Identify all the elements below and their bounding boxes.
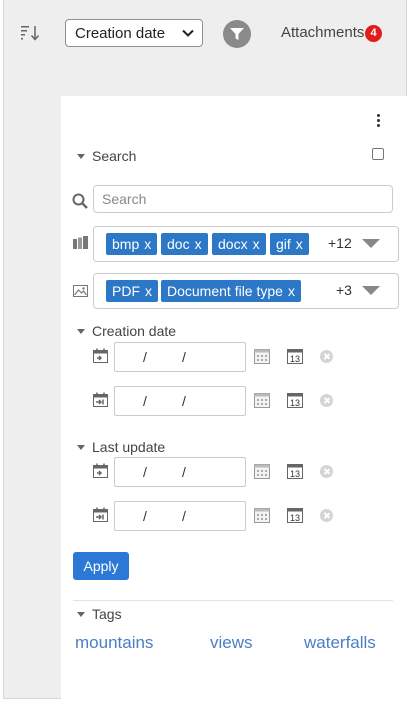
creation-date-to-input[interactable]: / / bbox=[114, 386, 246, 416]
filter-icon bbox=[230, 28, 244, 40]
clear-date-icon[interactable] bbox=[320, 465, 333, 478]
search-section-label: Search bbox=[92, 148, 137, 164]
search-input[interactable] bbox=[93, 185, 393, 213]
calendar-start-icon bbox=[93, 463, 108, 478]
creation-date-from-row: // 13 bbox=[61, 342, 407, 372]
calendar-icon[interactable] bbox=[254, 393, 270, 408]
clear-date-icon[interactable] bbox=[320, 394, 333, 407]
document-type-select[interactable]: PDF x Document file type x +3 bbox=[93, 273, 399, 309]
chevron-down-icon bbox=[182, 29, 194, 37]
document-type-dropdown-icon[interactable] bbox=[362, 286, 380, 295]
tags-label: Tags bbox=[92, 606, 122, 622]
file-type-icon bbox=[73, 236, 88, 249]
search-icon bbox=[72, 193, 88, 209]
chip-remove: x bbox=[144, 236, 152, 252]
chip-gif[interactable]: gif x bbox=[270, 233, 309, 255]
apply-button[interactable]: Apply bbox=[73, 552, 129, 580]
document-type-more-count: +3 bbox=[336, 282, 352, 298]
chip-docx[interactable]: docx x bbox=[212, 233, 266, 255]
calendar-icon[interactable] bbox=[254, 464, 270, 479]
svg-text:13: 13 bbox=[290, 469, 300, 479]
clear-date-icon[interactable] bbox=[320, 509, 333, 522]
divider bbox=[73, 600, 393, 601]
creation-date-to-row: // 13 bbox=[61, 386, 407, 416]
caret-down-icon bbox=[77, 445, 85, 450]
svg-text:13: 13 bbox=[290, 513, 300, 523]
filter-button[interactable] bbox=[223, 20, 251, 48]
sidebar-frame: Creation date Attachments 4 Search bmp bbox=[3, 0, 407, 699]
image-icon bbox=[73, 285, 88, 297]
tag-waterfalls[interactable]: waterfalls bbox=[304, 633, 376, 653]
chip-document-file-type[interactable]: Document file type x bbox=[161, 280, 301, 302]
chip-pdf[interactable]: PDF x bbox=[106, 280, 158, 302]
calendar-icon[interactable] bbox=[254, 349, 270, 364]
svg-text:13: 13 bbox=[290, 398, 300, 408]
last-update-toggle[interactable]: Last update bbox=[77, 439, 165, 455]
last-update-to-row: // 13 bbox=[61, 501, 407, 531]
chip-remove: x bbox=[252, 236, 260, 252]
caret-down-icon bbox=[77, 612, 85, 617]
attachments-count-badge: 4 bbox=[365, 25, 382, 42]
chip-bmp[interactable]: bmp x bbox=[106, 233, 158, 255]
tag-views[interactable]: views bbox=[210, 633, 253, 653]
today-calendar-icon[interactable]: 13 bbox=[287, 464, 303, 479]
sort-select[interactable]: Creation date bbox=[65, 19, 203, 47]
today-calendar-icon[interactable]: 13 bbox=[287, 508, 303, 523]
more-options-icon[interactable] bbox=[376, 114, 382, 130]
file-type-more-count: +12 bbox=[328, 235, 352, 251]
sort-select-value: Creation date bbox=[75, 25, 166, 42]
caret-down-icon bbox=[77, 329, 85, 334]
tag-mountains[interactable]: mountains bbox=[75, 633, 153, 653]
calendar-end-icon bbox=[93, 507, 108, 522]
creation-date-label: Creation date bbox=[92, 323, 177, 339]
svg-text:13: 13 bbox=[290, 354, 300, 364]
today-calendar-icon[interactable]: 13 bbox=[287, 393, 303, 408]
chip-remove: x bbox=[145, 283, 152, 299]
attachments-link[interactable]: Attachments bbox=[281, 24, 364, 41]
calendar-icon[interactable] bbox=[254, 508, 270, 523]
last-update-to-input[interactable]: / / bbox=[114, 501, 246, 531]
tags-toggle[interactable]: Tags bbox=[77, 606, 122, 622]
chip-doc[interactable]: doc x bbox=[161, 233, 208, 255]
calendar-end-icon bbox=[93, 392, 108, 407]
search-checkbox[interactable] bbox=[372, 148, 384, 160]
chip-remove: x bbox=[194, 236, 202, 252]
sort-icon[interactable] bbox=[20, 24, 42, 42]
caret-down-icon bbox=[77, 154, 85, 159]
calendar-start-icon bbox=[93, 348, 108, 363]
today-calendar-icon[interactable]: 13 bbox=[287, 349, 303, 364]
search-panel: Search bmpx docx docxx gifx +12 bbox=[61, 96, 407, 699]
file-type-dropdown-icon[interactable] bbox=[362, 239, 380, 248]
file-type-select[interactable]: bmp x doc x docx x gif x +12 bbox=[93, 226, 399, 262]
chip-remove: x bbox=[295, 236, 303, 252]
creation-date-from-input[interactable]: / / bbox=[114, 342, 246, 372]
chip-remove: x bbox=[287, 283, 295, 299]
last-update-from-row: // 13 bbox=[61, 457, 407, 487]
clear-date-icon[interactable] bbox=[320, 350, 333, 363]
last-update-label: Last update bbox=[92, 439, 166, 455]
creation-date-toggle[interactable]: Creation date bbox=[77, 323, 176, 339]
last-update-from-input[interactable]: / / bbox=[114, 457, 246, 487]
search-section-toggle[interactable]: Search bbox=[77, 148, 136, 164]
